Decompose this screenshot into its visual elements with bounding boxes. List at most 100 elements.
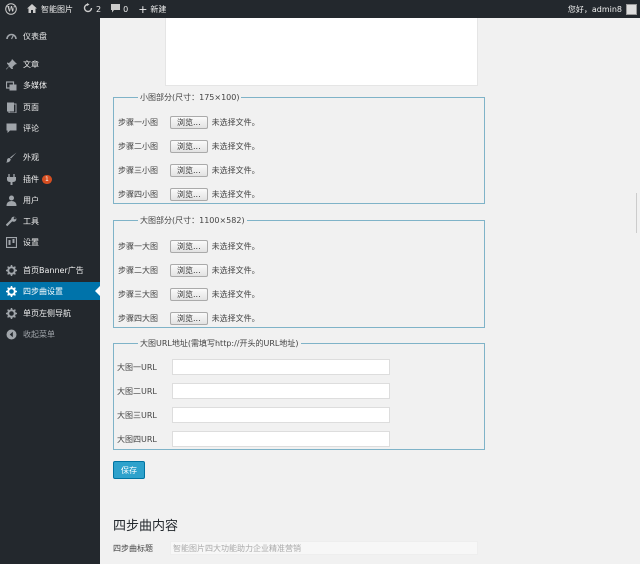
menu-item-comments[interactable]: 评论 bbox=[0, 119, 100, 137]
url-input[interactable] bbox=[172, 431, 390, 447]
browse-button[interactable]: 浏览... bbox=[170, 239, 208, 253]
menu-label: 多媒体 bbox=[23, 80, 47, 90]
browse-button[interactable]: 浏览... bbox=[170, 139, 208, 153]
menu-item-pages[interactable]: 页面 bbox=[0, 98, 100, 116]
file-row: 步骤一小图 浏览... 未选择文件。 bbox=[118, 115, 260, 129]
url-input[interactable] bbox=[172, 383, 390, 399]
plus-icon: + bbox=[138, 2, 148, 16]
my-account-link[interactable]: 您好，admin8 bbox=[563, 0, 640, 18]
gear-icon bbox=[5, 307, 17, 319]
comment-icon bbox=[5, 122, 17, 134]
file-status: 未选择文件。 bbox=[211, 313, 260, 323]
plugin-update-badge: 1 bbox=[42, 174, 52, 184]
menu-label: 四步曲设置 bbox=[23, 286, 63, 296]
menu-item-page-left-nav[interactable]: 单页左侧导航 bbox=[0, 304, 100, 322]
url-fieldset: 大图URL地址(需填写http://开头的URL地址) 大图一URL 大图二UR… bbox=[113, 338, 485, 450]
file-label: 步骤二大图 bbox=[118, 265, 158, 275]
file-label: 步骤三大图 bbox=[118, 289, 158, 299]
url-label: 大图三URL bbox=[117, 410, 157, 420]
url-row: 大图三URL bbox=[117, 407, 390, 423]
svg-text:W: W bbox=[6, 5, 15, 14]
url-row: 大图二URL bbox=[117, 383, 390, 399]
menu-item-settings[interactable]: 设置 bbox=[0, 233, 100, 251]
settings-icon bbox=[5, 236, 17, 248]
menu-label: 首页Banner广告 bbox=[23, 265, 84, 275]
url-input[interactable] bbox=[172, 407, 390, 423]
new-label: 新建 bbox=[150, 4, 167, 14]
menu-item-four-step-settings[interactable]: 四步曲设置 bbox=[0, 282, 100, 300]
file-label: 步骤四大图 bbox=[118, 313, 158, 323]
menu-item-plugins[interactable]: 插件 1 bbox=[0, 170, 100, 188]
user-icon bbox=[5, 194, 17, 206]
save-button[interactable]: 保存 bbox=[113, 461, 145, 479]
menu-item-home-banner[interactable]: 首页Banner广告 bbox=[0, 261, 100, 279]
admin-bar: W 智能图片 2 0 + 新建 您好，admin8 bbox=[0, 0, 640, 18]
comments-link[interactable]: 0 bbox=[106, 0, 133, 18]
admin-sidebar: 仪表盘 文章 多媒体 页面 评论 外观 插件 1 用户 工具 设置 首页Bann… bbox=[0, 18, 100, 564]
comment-bubble-icon bbox=[111, 3, 121, 15]
menu-label: 评论 bbox=[23, 123, 39, 133]
section-title: 四步曲内容 bbox=[113, 519, 179, 534]
url-legend: 大图URL地址(需填写http://开头的URL地址) bbox=[140, 339, 299, 348]
menu-item-users[interactable]: 用户 bbox=[0, 191, 100, 209]
url-label: 大图一URL bbox=[117, 362, 157, 372]
menu-label: 文章 bbox=[23, 59, 39, 69]
url-input[interactable] bbox=[172, 359, 390, 375]
media-icon bbox=[5, 79, 17, 91]
file-label: 步骤一小图 bbox=[118, 117, 158, 127]
collapse-menu-button[interactable]: 收起菜单 bbox=[0, 325, 100, 343]
comments-count: 0 bbox=[123, 4, 129, 14]
menu-item-posts[interactable]: 文章 bbox=[0, 55, 100, 73]
brush-icon bbox=[5, 151, 17, 163]
file-status: 未选择文件。 bbox=[211, 289, 260, 299]
large-images-legend: 大图部分(尺寸：1100×582) bbox=[140, 216, 245, 225]
file-status: 未选择文件。 bbox=[211, 241, 260, 251]
file-label: 步骤一大图 bbox=[118, 241, 158, 251]
new-content-link[interactable]: + 新建 bbox=[133, 0, 171, 18]
menu-label: 收起菜单 bbox=[23, 329, 55, 339]
site-name-link[interactable]: 智能图片 bbox=[22, 0, 78, 18]
file-label: 步骤三小图 bbox=[118, 165, 158, 175]
menu-item-media[interactable]: 多媒体 bbox=[0, 76, 100, 94]
wrench-icon bbox=[5, 215, 17, 227]
browse-button[interactable]: 浏览... bbox=[170, 163, 208, 177]
menu-item-tools[interactable]: 工具 bbox=[0, 212, 100, 230]
step-title-row: 四步曲标题 智能图片四大功能助力企业精准营销 bbox=[113, 541, 478, 555]
url-label: 大图四URL bbox=[117, 434, 157, 444]
file-row: 步骤一大图 浏览... 未选择文件。 bbox=[118, 239, 260, 253]
menu-label: 设置 bbox=[23, 237, 39, 247]
url-row: 大图一URL bbox=[117, 359, 390, 375]
file-row: 步骤三大图 浏览... 未选择文件。 bbox=[118, 287, 260, 301]
file-label: 步骤四小图 bbox=[118, 189, 158, 199]
file-row: 步骤二大图 浏览... 未选择文件。 bbox=[118, 263, 260, 277]
browse-button[interactable]: 浏览... bbox=[170, 311, 208, 325]
file-row: 步骤三小图 浏览... 未选择文件。 bbox=[118, 163, 260, 177]
file-status: 未选择文件。 bbox=[211, 265, 260, 275]
scrollbar-handle[interactable] bbox=[636, 193, 640, 233]
editor-box bbox=[165, 18, 478, 86]
file-status: 未选择文件。 bbox=[211, 165, 260, 175]
file-label: 步骤二小图 bbox=[118, 141, 158, 151]
step-title-input[interactable]: 智能图片四大功能助力企业精准营销 bbox=[170, 541, 478, 555]
menu-item-appearance[interactable]: 外观 bbox=[0, 148, 100, 166]
browse-button[interactable]: 浏览... bbox=[170, 263, 208, 277]
dashboard-icon bbox=[5, 30, 17, 42]
browse-button[interactable]: 浏览... bbox=[170, 187, 208, 201]
browse-button[interactable]: 浏览... bbox=[170, 115, 208, 129]
step-title-label: 四步曲标题 bbox=[113, 543, 153, 553]
menu-label: 页面 bbox=[23, 102, 39, 112]
menu-label: 工具 bbox=[23, 216, 39, 226]
updates-count: 2 bbox=[96, 4, 102, 14]
updates-link[interactable]: 2 bbox=[78, 0, 106, 18]
menu-label: 外观 bbox=[23, 152, 39, 162]
wordpress-logo-icon[interactable]: W bbox=[0, 0, 22, 18]
large-images-fieldset: 大图部分(尺寸：1100×582) 步骤一大图 浏览... 未选择文件。 步骤二… bbox=[113, 215, 485, 328]
file-row: 步骤二小图 浏览... 未选择文件。 bbox=[118, 139, 260, 153]
menu-item-dashboard[interactable]: 仪表盘 bbox=[0, 27, 100, 45]
file-status: 未选择文件。 bbox=[211, 189, 260, 199]
browse-button[interactable]: 浏览... bbox=[170, 287, 208, 301]
file-row: 步骤四小图 浏览... 未选择文件。 bbox=[118, 187, 260, 201]
gear-icon bbox=[5, 264, 17, 276]
gear-icon bbox=[5, 285, 17, 297]
home-icon bbox=[27, 3, 37, 15]
